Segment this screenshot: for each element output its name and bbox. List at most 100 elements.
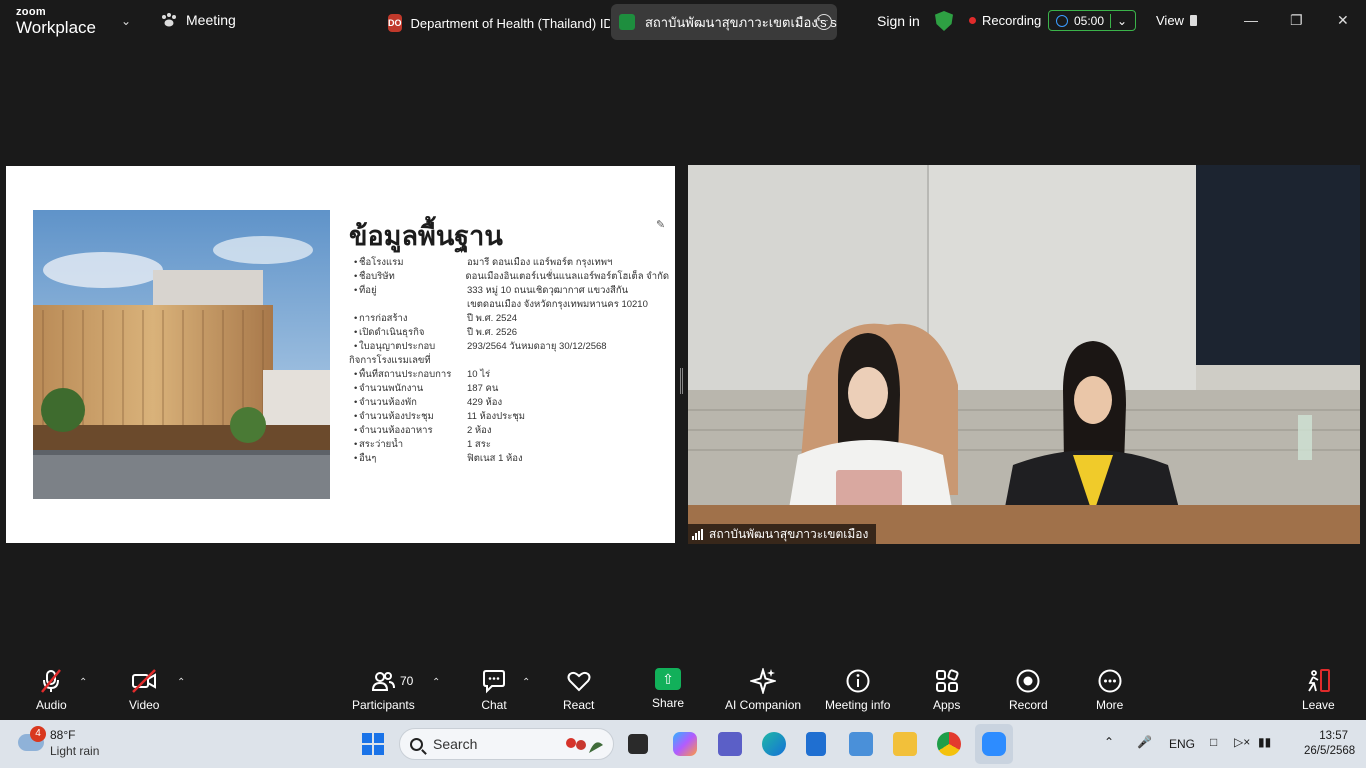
fact-row: • ชื่อโรงแรม อมารี ดอนเมือง แอร์พอร์ต กรุง… [349, 256, 669, 270]
apps-label: Apps [933, 698, 961, 712]
tab-department-of-health[interactable]: DO Department of Health (Thailand) IDO [388, 10, 610, 36]
record-label: Record [1009, 698, 1048, 712]
network-icon[interactable]: □ [1210, 735, 1217, 749]
fact-value: 293/2564 วันหมดอายุ 30/12/2568 [467, 341, 607, 352]
meeting-info-button[interactable]: Meeting info [825, 668, 890, 712]
zoom-window: zoom Workplace ⌄ Meeting DO Department o… [0, 0, 1366, 768]
tab-badge: DO [388, 14, 402, 32]
participant-name: สถาบันพัฒนาสุขภาวะเขตเมือง [709, 526, 869, 541]
video-label: Video [129, 698, 160, 712]
fact-label: อื่นๆ [359, 453, 377, 464]
meeting-timer[interactable]: 05:00 ⌄ [1048, 10, 1136, 31]
zoom-app-icon[interactable] [982, 732, 1006, 756]
more-icon [1098, 669, 1122, 693]
teams-icon[interactable] [718, 732, 742, 756]
timer-value: 05:00 [1074, 13, 1105, 28]
institute-logo-icon [619, 14, 635, 30]
fact-row: • พื้นที่สถานประกอบการ 10 ไร่ [349, 368, 669, 382]
fact-row: • เปิดดำเนินธุรกิจ ปี พ.ศ. 2526 [349, 326, 669, 340]
input-language[interactable]: ENG [1169, 737, 1195, 751]
apps-button[interactable]: Apps [933, 668, 960, 712]
fact-label: จำนวนห้องประชุม [359, 411, 434, 422]
record-dot-icon [969, 17, 976, 24]
close-icon[interactable]: ✕ [1337, 12, 1349, 29]
zoom-logo[interactable]: zoom Workplace [16, 7, 96, 37]
copilot-icon[interactable] [673, 732, 697, 756]
view-layout-icon [1189, 15, 1197, 26]
bullet-icon: • [354, 439, 358, 450]
more-options-icon[interactable]: ··· [816, 14, 832, 30]
fact-row: • ชื่อบริษัท ดอนเมืองอินเตอร์เนชั่นแนลแอร์… [349, 270, 669, 284]
fact-label: ชื่อโรงแรม [359, 257, 404, 268]
fact-label: สระว่ายน้ำ [359, 439, 404, 450]
task-view-icon[interactable] [628, 734, 648, 754]
clock-date: 26/5/2568 [1304, 745, 1356, 757]
apps-icon [935, 669, 959, 692]
fact-row: • การก่อสร้าง ปี พ.ศ. 2524 [349, 312, 669, 326]
chevron-down-icon[interactable]: ⌄ [121, 14, 131, 28]
fact-value: 11 ห้องประชุม [467, 411, 526, 422]
react-button[interactable]: React [563, 668, 594, 712]
restore-icon[interactable]: ❐ [1290, 12, 1303, 29]
search-icon [410, 737, 423, 751]
edge-icon[interactable] [762, 732, 786, 756]
system-clock[interactable]: 13:57 26/5/2568 [1304, 729, 1356, 759]
chat-caret-icon[interactable]: ⌃ [522, 677, 530, 688]
sign-in-link[interactable]: Sign in [877, 13, 920, 29]
show-hidden-icons-chevron-icon[interactable]: ⌃ [1104, 735, 1114, 749]
video-button[interactable]: Video [129, 668, 159, 712]
audio-options-caret-icon[interactable]: ⌃ [79, 677, 87, 688]
fact-row: • ใบอนุญาตประกอบ 293/2564 วันหมดอายุ 30/12… [349, 340, 669, 354]
leave-button[interactable]: Leave [1302, 668, 1335, 712]
fact-value: ปี พ.ศ. 2524 [467, 313, 518, 324]
share-button[interactable]: ⇧ Share [652, 668, 684, 710]
bullet-icon: • [354, 341, 358, 352]
more-button[interactable]: More [1096, 668, 1123, 712]
notepad-icon[interactable] [806, 732, 826, 756]
chat-label: Chat [481, 698, 507, 712]
bullet-icon: • [354, 453, 358, 464]
view-button[interactable]: View [1156, 13, 1197, 28]
fact-value: 1 สระ [467, 439, 491, 450]
pointer-icon: ✎ [656, 219, 666, 231]
windows-start-icon[interactable] [362, 733, 384, 755]
volume-muted-icon[interactable]: ▷× [1234, 735, 1250, 749]
chevron-down-icon[interactable]: ⌄ [1117, 14, 1127, 28]
record-icon [1016, 669, 1040, 693]
chat-button[interactable]: Chat [481, 668, 507, 712]
chrome-icon[interactable] [937, 732, 961, 756]
windows-taskbar: 4 88°F Light rain Search ⌃ 🎤 ENG □ ▷× ▮▮… [0, 720, 1366, 768]
fact-label: จำนวนพนักงาน [359, 383, 424, 394]
fact-label: จำนวนห้องพัก [359, 397, 417, 408]
clock-icon [1056, 14, 1068, 27]
fact-label: ที่อยู่ [359, 285, 377, 296]
record-button[interactable]: Record [1009, 668, 1048, 712]
fact-label: ชื่อบริษัท [358, 271, 395, 282]
participant-video[interactable]: สถาบันพัฒนาสุขภาวะเขตเมือง [688, 165, 1360, 544]
fact-label [359, 298, 467, 312]
tab-shared-screen[interactable]: สถาบันพัฒนาสุขภาวะเขตเมือง's scre ··· [611, 4, 837, 40]
ai-companion-label: AI Companion [725, 698, 802, 712]
control-panel-icon[interactable] [849, 732, 873, 756]
shared-screen: ข้อมูลพื้นฐาน • ชื่อโรงแรม อมารี ดอนเมือง … [6, 166, 675, 543]
paw-icon [162, 13, 176, 27]
file-explorer-icon[interactable] [893, 732, 917, 756]
shield-check-icon[interactable] [935, 11, 953, 31]
minimize-icon[interactable]: — [1244, 12, 1258, 28]
meeting-menu-button[interactable]: Meeting [160, 12, 236, 28]
participants-caret-icon[interactable]: ⌃ [432, 677, 440, 688]
taskbar-search[interactable]: Search [399, 728, 614, 760]
ai-companion-button[interactable]: AI Companion [725, 668, 801, 712]
video-options-caret-icon[interactable]: ⌃ [177, 677, 185, 688]
chat-icon [483, 670, 505, 694]
share-label: Share [652, 696, 685, 710]
video-feed [688, 165, 1360, 544]
recording-indicator[interactable]: Recording [969, 13, 1041, 28]
fact-row: • จำนวนพนักงาน 187 คน [349, 382, 669, 396]
fact-label: การก่อสร้าง [359, 313, 408, 324]
panel-splitter-handle[interactable] [680, 368, 683, 394]
battery-icon[interactable]: ▮▮ [1258, 735, 1271, 749]
audio-button[interactable]: Audio [36, 668, 67, 712]
microphone-icon[interactable]: 🎤 [1137, 735, 1152, 749]
bullet-icon: • [354, 383, 358, 394]
